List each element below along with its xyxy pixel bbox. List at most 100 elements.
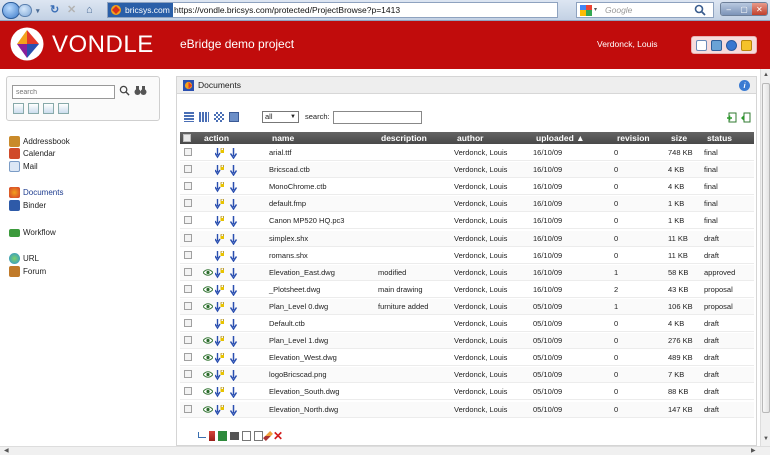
table-row[interactable]: Elevation_North.dwg Verdonck, Louis 05/10/… bbox=[180, 401, 754, 418]
column-name[interactable]: name bbox=[272, 132, 294, 144]
cell-name[interactable]: logoBricscad.png bbox=[269, 370, 327, 380]
cell-name[interactable]: Elevation_North.dwg bbox=[269, 405, 338, 415]
download-locked-icon[interactable] bbox=[215, 370, 224, 381]
site-identity-badge[interactable]: bricsys.com bbox=[108, 3, 173, 17]
horizontal-scrollbar[interactable]: ◀ ▶ bbox=[0, 446, 770, 455]
binoculars-icon[interactable] bbox=[134, 85, 147, 96]
scroll-down-icon[interactable]: ▼ bbox=[762, 435, 770, 443]
row-checkbox[interactable] bbox=[184, 267, 192, 276]
cell-name[interactable]: Elevation_South.dwg bbox=[269, 387, 339, 397]
table-row[interactable]: Plan_Level 0.dwg furniture added Verdonck,… bbox=[180, 298, 754, 315]
bulk-export-icon[interactable] bbox=[218, 431, 227, 441]
cell-name[interactable]: Plan_Level 1.dwg bbox=[269, 336, 328, 346]
search-icon[interactable] bbox=[694, 4, 706, 16]
row-checkbox[interactable] bbox=[184, 387, 192, 396]
sidebar-item-calendar[interactable]: Calendar bbox=[9, 148, 55, 159]
row-checkbox[interactable] bbox=[184, 148, 192, 156]
add-document-icon[interactable] bbox=[726, 112, 737, 123]
cell-name[interactable]: _Plotsheet.dwg bbox=[269, 285, 320, 295]
cell-name[interactable]: romans.shx bbox=[269, 251, 308, 261]
document-search-input[interactable] bbox=[333, 111, 422, 124]
table-row[interactable]: default.fmp Verdonck, Louis 16/10/09 0 1 KB f… bbox=[180, 196, 754, 213]
stop-icon[interactable]: ✕ bbox=[67, 3, 76, 17]
filter-people-icon[interactable] bbox=[58, 103, 69, 114]
filter-folders-icon[interactable] bbox=[28, 103, 39, 114]
bulk-download-icon[interactable] bbox=[209, 431, 215, 441]
scrollbar-thumb[interactable] bbox=[762, 83, 770, 413]
download-locked-icon[interactable] bbox=[215, 284, 224, 296]
table-row[interactable]: arial.ttf Verdonck, Louis 16/10/09 0 748 KB f… bbox=[180, 145, 754, 161]
scroll-right-icon[interactable]: ▶ bbox=[751, 447, 756, 455]
view-eye-icon[interactable] bbox=[203, 388, 213, 396]
cell-name[interactable]: Canon MP520 HQ.pc3 bbox=[269, 216, 344, 226]
close-window-icon[interactable]: ✕ bbox=[751, 3, 767, 15]
download-icon[interactable] bbox=[229, 301, 238, 313]
download-icon[interactable] bbox=[229, 250, 238, 262]
table-row[interactable]: Plan_Level 1.dwg Verdonck, Louis 05/10/09 0… bbox=[180, 333, 754, 350]
download-locked-icon[interactable] bbox=[215, 182, 224, 193]
view-eye-icon[interactable] bbox=[203, 371, 213, 379]
print-icon[interactable] bbox=[230, 432, 239, 440]
download-locked-icon[interactable] bbox=[215, 233, 224, 245]
table-row[interactable]: simplex.shx Verdonck, Louis 16/10/09 0 11 KB… bbox=[180, 230, 754, 247]
detail-view-icon[interactable] bbox=[199, 112, 209, 122]
row-checkbox[interactable] bbox=[184, 165, 192, 174]
row-checkbox[interactable] bbox=[184, 404, 192, 413]
table-row[interactable]: romans.shx Verdonck, Louis 16/10/09 0 11 KB d… bbox=[180, 248, 754, 264]
row-checkbox[interactable] bbox=[184, 319, 192, 327]
download-icon[interactable] bbox=[229, 370, 238, 382]
view-eye-icon[interactable] bbox=[203, 354, 213, 361]
select-all-checkbox[interactable] bbox=[183, 134, 191, 142]
table-row[interactable]: Elevation_South.dwg Verdonck, Louis 05/10/… bbox=[180, 384, 754, 401]
table-row[interactable]: logoBricscad.png Verdonck, Louis 05/10/09 0… bbox=[180, 367, 754, 384]
thumbnail-view-icon[interactable] bbox=[214, 112, 224, 122]
download-icon[interactable] bbox=[229, 267, 238, 279]
delete-icon[interactable]: ✕ bbox=[273, 430, 283, 442]
column-status[interactable]: status bbox=[707, 132, 732, 144]
maximize-icon[interactable]: ▢ bbox=[736, 3, 752, 15]
download-locked-icon[interactable] bbox=[215, 267, 224, 279]
minimize-icon[interactable]: – bbox=[721, 3, 737, 15]
engine-dropdown-icon[interactable]: ▾ bbox=[594, 6, 597, 13]
sidebar-item-url[interactable]: URL bbox=[9, 253, 39, 264]
download-locked-icon[interactable] bbox=[215, 353, 224, 364]
download-icon[interactable] bbox=[229, 353, 238, 365]
scroll-up-icon[interactable]: ▲ bbox=[762, 71, 770, 79]
view-eye-icon[interactable] bbox=[203, 286, 213, 293]
vertical-scrollbar[interactable]: ▲ ▼ bbox=[760, 69, 770, 446]
download-icon[interactable] bbox=[229, 336, 238, 348]
row-checkbox[interactable] bbox=[184, 301, 192, 310]
row-checkbox[interactable] bbox=[184, 182, 192, 191]
cell-name[interactable]: Plan_Level 0.dwg bbox=[269, 302, 328, 312]
download-icon[interactable] bbox=[229, 165, 238, 177]
row-checkbox[interactable] bbox=[184, 250, 192, 259]
table-row[interactable]: Elevation_West.dwg Verdonck, Louis 05/10/0… bbox=[180, 350, 754, 367]
profile-card-icon[interactable] bbox=[696, 39, 707, 51]
download-locked-icon[interactable] bbox=[215, 250, 224, 262]
sidebar-item-workflow[interactable]: Workflow bbox=[9, 228, 56, 238]
copy-icon[interactable] bbox=[242, 431, 251, 441]
download-locked-icon[interactable] bbox=[215, 216, 224, 227]
table-row[interactable]: _Plotsheet.dwg main drawing Verdonck, Loui… bbox=[180, 282, 754, 298]
row-checkbox[interactable] bbox=[184, 370, 192, 379]
row-checkbox[interactable] bbox=[184, 216, 192, 225]
scroll-left-icon[interactable]: ◀ bbox=[4, 447, 9, 455]
download-locked-icon[interactable] bbox=[215, 165, 224, 176]
table-row[interactable]: MonoChrome.ctb Verdonck, Louis 16/10/09 0 4 … bbox=[180, 179, 754, 196]
sidebar-item-addressbook[interactable]: Addressbook bbox=[9, 136, 70, 147]
download-locked-icon[interactable] bbox=[215, 319, 224, 330]
list-view-icon[interactable] bbox=[184, 112, 194, 122]
sidebar-item-forum[interactable]: Forum bbox=[9, 266, 46, 277]
table-row[interactable]: Canon MP520 HQ.pc3 Verdonck, Louis 16/10/0… bbox=[180, 213, 754, 230]
download-locked-icon[interactable] bbox=[215, 199, 224, 210]
view-eye-icon[interactable] bbox=[203, 405, 213, 413]
download-icon[interactable] bbox=[229, 199, 238, 211]
sidebar-search-input[interactable] bbox=[12, 85, 115, 99]
row-checkbox[interactable] bbox=[184, 233, 192, 242]
cell-name[interactable]: Default.ctb bbox=[269, 319, 305, 329]
download-icon[interactable] bbox=[229, 319, 238, 330]
logout-icon[interactable] bbox=[741, 39, 752, 51]
search-icon[interactable] bbox=[119, 85, 130, 96]
home-icon[interactable]: ⌂ bbox=[86, 3, 93, 17]
info-icon[interactable]: i bbox=[739, 80, 750, 91]
